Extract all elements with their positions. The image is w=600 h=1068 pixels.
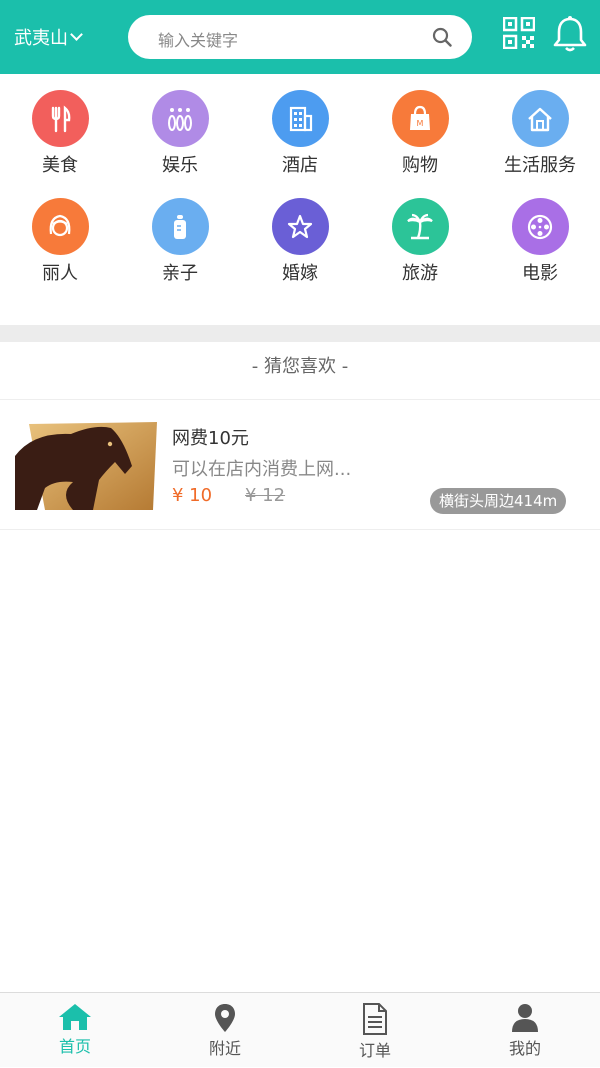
category-parenting[interactable]: 亲子: [120, 198, 240, 298]
user-icon: [512, 1004, 538, 1032]
tab-nearby[interactable]: 附近: [150, 993, 300, 1068]
category-label: 电影: [522, 263, 558, 284]
category-wedding[interactable]: 婚嫁: [240, 198, 360, 298]
product-description: 可以在店内消费上网...: [172, 459, 352, 480]
product-price: ¥ 10: [172, 485, 213, 506]
location-pin-icon: [215, 1004, 235, 1032]
section-divider: [0, 325, 600, 342]
chevron-down-icon: [70, 28, 83, 41]
tab-label: 首页: [58, 1037, 91, 1056]
product-thumbnail: [15, 422, 157, 510]
fork-knife-icon: [31, 90, 89, 147]
home-icon: [511, 90, 569, 147]
category-movie[interactable]: 电影: [480, 198, 600, 298]
baby-bottle-icon: [151, 198, 209, 255]
category-beauty[interactable]: 丽人: [0, 198, 120, 298]
tab-label: 我的: [508, 1039, 541, 1058]
category-label: 购物: [402, 155, 438, 176]
category-travel[interactable]: 旅游: [360, 198, 480, 298]
tab-home[interactable]: 首页: [0, 993, 150, 1068]
category-label: 娱乐: [162, 155, 198, 176]
distance-badge: 横街头周边414m: [430, 488, 567, 514]
search-bar[interactable]: 输入关键字: [128, 15, 472, 59]
woman-face-icon: [31, 198, 89, 255]
product-original-price: ¥ 12: [245, 485, 286, 506]
category-shopping[interactable]: M 购物: [360, 90, 480, 190]
category-label: 酒店: [282, 155, 318, 176]
palm-tree-icon: [391, 198, 449, 255]
category-label: 丽人: [42, 263, 78, 284]
bottom-tab-bar: 首页 附近 订单 我的: [0, 992, 600, 1067]
category-entertainment[interactable]: 娱乐: [120, 90, 240, 190]
category-hotel[interactable]: 酒店: [240, 90, 360, 190]
section-title: - 猜您喜欢 -: [251, 356, 349, 377]
top-header: 武夷山 输入关键字: [0, 0, 600, 74]
product-card[interactable]: 网费10元 可以在店内消费上网... ¥ 10 ¥ 12 横街头周边414m: [0, 400, 600, 530]
tab-orders[interactable]: 订单: [300, 993, 450, 1068]
star-icon: [271, 198, 329, 255]
tab-label: 订单: [358, 1041, 391, 1060]
search-icon[interactable]: [432, 27, 452, 47]
building-icon: [271, 90, 329, 147]
svg-text:M: M: [417, 119, 424, 128]
category-label: 生活服务: [504, 155, 576, 176]
divider: [0, 529, 600, 530]
category-label: 旅游: [402, 263, 438, 284]
bell-icon[interactable]: [553, 15, 587, 53]
tab-label: 附近: [208, 1039, 241, 1058]
qr-code-icon[interactable]: [503, 17, 535, 49]
product-title: 网费10元: [172, 428, 249, 449]
shopping-bag-icon: M: [391, 90, 449, 147]
category-label: 亲子: [162, 263, 198, 284]
category-label: 美食: [42, 155, 78, 176]
category-label: 婚嫁: [282, 263, 318, 284]
search-input[interactable]: 输入关键字: [158, 27, 238, 51]
document-icon: [363, 1003, 387, 1035]
film-reel-icon: [511, 198, 569, 255]
home-icon: [59, 1004, 91, 1030]
category-life-services[interactable]: 生活服务: [480, 90, 600, 190]
city-name: 武夷山: [14, 28, 68, 49]
category-food[interactable]: 美食: [0, 90, 120, 190]
tab-mine[interactable]: 我的: [450, 993, 600, 1068]
bowling-icon: [151, 90, 209, 147]
city-selector[interactable]: 武夷山: [14, 22, 83, 52]
